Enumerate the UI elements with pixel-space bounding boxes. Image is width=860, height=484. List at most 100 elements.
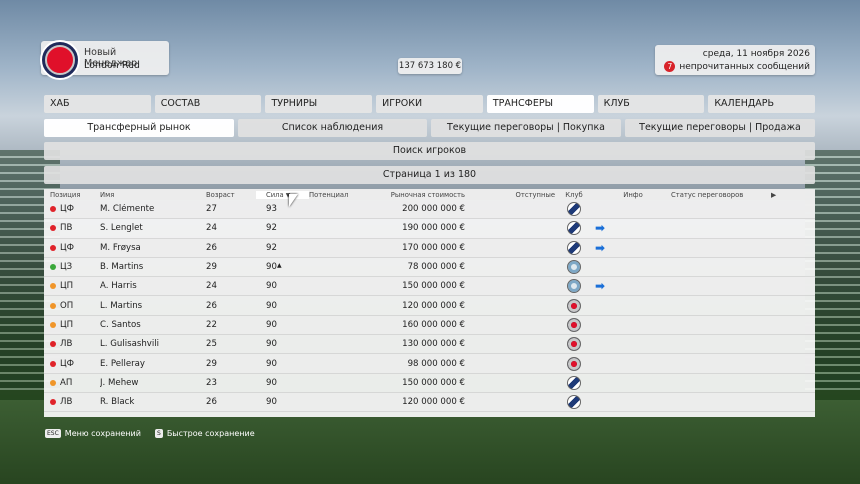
cell-age: 26 xyxy=(206,397,217,408)
position-dot-icon xyxy=(50,302,56,309)
search-players-button[interactable]: Поиск игроков xyxy=(44,142,815,160)
table-row[interactable]: ПВ S. Lenglet 24 92 190 000 000 € ➡ xyxy=(44,219,815,239)
strength-value: 90 xyxy=(266,300,277,311)
table-row[interactable]: ЛВ R. Black 26 90 120 000 000 € xyxy=(44,392,815,413)
position-dot-icon xyxy=(50,341,56,348)
table-body: ЦФ M. Clémente 27 93 200 000 000 € ПВ S.… xyxy=(44,200,815,413)
cell-info[interactable]: ➡ xyxy=(589,241,671,255)
table-row[interactable]: ОП L. Martins 26 90 120 000 000 € xyxy=(44,296,815,316)
transfer-arrow-icon[interactable]: ➡ xyxy=(595,221,605,235)
col-age[interactable]: Возраст xyxy=(206,191,256,199)
subtab-watchlist[interactable]: Список наблюдения xyxy=(238,119,427,137)
strength-value: 90 xyxy=(266,281,277,292)
position-label: ЛВ xyxy=(60,397,73,408)
cell-name: M. Frøysa xyxy=(100,242,141,253)
transfer-arrow-icon[interactable]: ➡ xyxy=(595,279,605,293)
position-dot-icon xyxy=(50,399,56,406)
scroll-right-icon[interactable]: ▶ xyxy=(771,191,785,199)
position-label: ЦФ xyxy=(60,242,75,253)
table-row[interactable]: АП J. Mehew 23 90 150 000 000 € xyxy=(44,374,815,393)
cell-club xyxy=(559,240,589,255)
club-crest-icon xyxy=(567,202,581,217)
col-potential[interactable]: Потенциал xyxy=(309,191,371,199)
cell-position: ОП xyxy=(44,301,100,311)
cell-strength: 90 xyxy=(256,281,309,291)
club-crest-icon xyxy=(567,260,581,275)
subtab-negotiations-buy[interactable]: Текущие переговоры | Покупка xyxy=(431,119,621,137)
quick-save-hint[interactable]: S Быстрое сохранение xyxy=(155,429,255,438)
s-key-icon: S xyxy=(155,429,163,438)
tab-squad[interactable]: СОСТАВ xyxy=(154,95,262,113)
cell-club xyxy=(559,260,589,275)
subtab-transfer-market[interactable]: Трансферный рынок xyxy=(44,119,234,137)
cell-position: ЛВ xyxy=(44,397,100,407)
cell-market-value: 120 000 000 € xyxy=(402,300,465,311)
cell-name: L. Martins xyxy=(100,300,143,311)
tab-tournaments[interactable]: ТУРНИРЫ xyxy=(265,95,373,113)
cell-market-value: 98 000 000 € xyxy=(407,358,465,369)
cell-info[interactable]: ➡ xyxy=(589,279,671,293)
strength-value: 92 xyxy=(266,223,277,234)
col-release[interactable]: Отступные xyxy=(471,191,559,199)
table-header: Позиция Имя Возраст Сила ▼ Потенциал Рыно… xyxy=(44,189,815,200)
cell-club xyxy=(559,298,589,313)
cell-age: 22 xyxy=(206,319,217,330)
cell-market-value: 160 000 000 € xyxy=(402,319,465,330)
col-name[interactable]: Имя xyxy=(100,191,206,199)
tab-players[interactable]: ИГРОКИ xyxy=(376,95,483,113)
position-label: ПВ xyxy=(60,223,73,234)
table-row[interactable]: ЦФ M. Clémente 27 93 200 000 000 € xyxy=(44,200,815,220)
cell-club xyxy=(559,221,589,236)
strength-value: 90 xyxy=(266,262,277,273)
cell-position: ПВ xyxy=(44,223,100,233)
manager-club: London Red xyxy=(84,60,140,71)
cell-market-value: 150 000 000 € xyxy=(402,281,465,292)
position-dot-icon xyxy=(50,321,56,328)
cell-name: A. Harris xyxy=(100,281,137,292)
table-row[interactable]: ЦП A. Harris 24 90 150 000 000 € ➡ xyxy=(44,277,815,297)
col-status[interactable]: Статус переговоров xyxy=(671,191,771,199)
col-strength-label: Сила xyxy=(266,190,284,199)
col-position[interactable]: Позиция xyxy=(44,191,100,199)
col-info[interactable]: Инфо xyxy=(589,191,671,199)
cell-position: ЦФ xyxy=(44,243,100,253)
cell-name: B. Martins xyxy=(100,262,144,273)
transfer-arrow-icon[interactable]: ➡ xyxy=(595,241,605,255)
cell-age: 23 xyxy=(206,377,217,388)
position-label: ЦФ xyxy=(60,204,75,215)
messages[interactable]: 7 непрочитанных сообщений xyxy=(664,61,810,72)
cell-info[interactable]: ➡ xyxy=(589,221,671,235)
table-row[interactable]: ЛВ L. Gulisashvili 25 90 130 000 000 € xyxy=(44,335,815,355)
tab-transfers[interactable]: ТРАНСФЕРЫ xyxy=(486,95,594,113)
page-indicator[interactable]: Страница 1 из 180 xyxy=(44,166,815,184)
position-label: ЦП xyxy=(60,281,74,292)
cell-name: C. Santos xyxy=(100,319,141,330)
col-strength[interactable]: Сила ▼ xyxy=(256,190,309,199)
table-row[interactable]: ЦФ E. Pelleray 29 90 98 000 000 € xyxy=(44,354,815,374)
strength-value: 90 xyxy=(266,377,277,388)
cell-age: 25 xyxy=(206,339,217,350)
cell-name: J. Mehew xyxy=(100,377,139,388)
subtab-negotiations-sell[interactable]: Текущие переговоры | Продажа xyxy=(625,119,815,137)
cell-age: 26 xyxy=(206,242,217,253)
club-crest-icon xyxy=(567,395,581,410)
cell-strength: 90 xyxy=(256,339,309,349)
tab-hub[interactable]: ХАБ xyxy=(44,95,151,113)
cell-age: 24 xyxy=(206,223,217,234)
col-club[interactable]: Клуб xyxy=(559,191,589,199)
table-row[interactable]: ЦП C. Santos 22 90 160 000 000 € xyxy=(44,315,815,336)
cell-market-value: 120 000 000 € xyxy=(402,397,465,408)
date-messages-panel[interactable]: среда, 11 ноября 2026 7 непрочитанных со… xyxy=(655,45,815,75)
position-dot-icon xyxy=(50,244,56,251)
table-row[interactable]: ЦЗ B. Martins 29 90▲ 78 000 000 € xyxy=(44,258,815,278)
save-menu-hint[interactable]: ESC Меню сохранений xyxy=(45,429,141,438)
col-market-value[interactable]: Рыночная стоимость xyxy=(371,191,471,199)
esc-key-icon: ESC xyxy=(45,429,61,438)
cell-club xyxy=(559,356,589,371)
tab-calendar[interactable]: КАЛЕНДАРЬ xyxy=(708,95,816,113)
cell-club xyxy=(559,337,589,352)
tab-club[interactable]: КЛУБ xyxy=(597,95,705,113)
cell-name: L. Gulisashvili xyxy=(100,339,160,350)
table-row[interactable]: ЦФ M. Frøysa 26 92 170 000 000 € ➡ xyxy=(44,238,815,258)
cell-age: 29 xyxy=(206,358,217,369)
